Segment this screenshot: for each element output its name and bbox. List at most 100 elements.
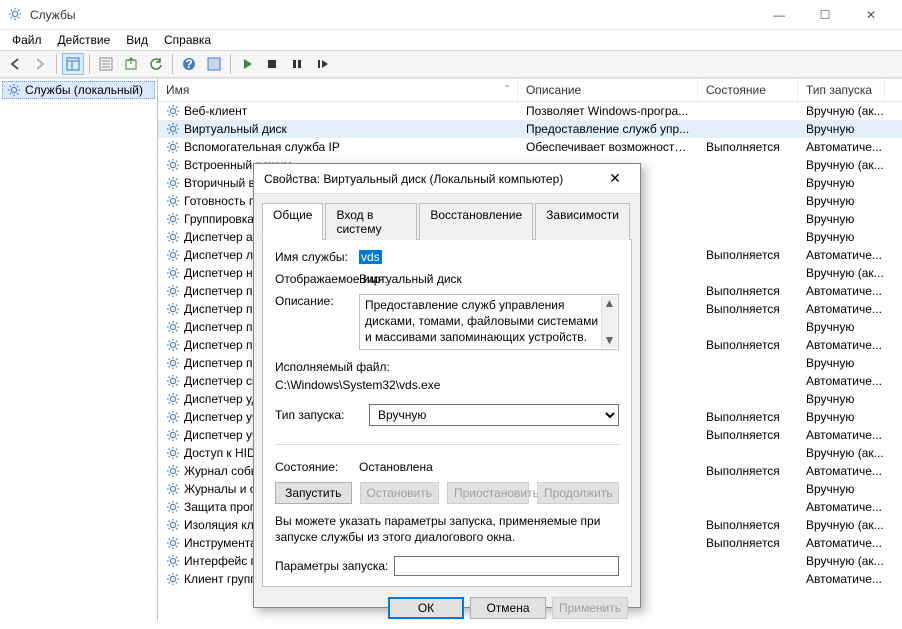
menu-view[interactable]: Вид bbox=[120, 31, 154, 49]
button-start-service[interactable]: Запустить bbox=[275, 482, 352, 504]
service-type: Вручную (ак... bbox=[798, 518, 902, 532]
description-scrollbar[interactable]: ▲▼ bbox=[601, 296, 617, 348]
service-type: Автоматиче... bbox=[798, 284, 902, 298]
button-cancel[interactable]: Отмена bbox=[470, 597, 546, 619]
service-type: Вручную bbox=[798, 392, 902, 406]
service-type: Вручную bbox=[798, 356, 902, 370]
export-button[interactable] bbox=[120, 53, 142, 75]
minimize-button[interactable]: — bbox=[756, 0, 802, 30]
window-title: Службы bbox=[30, 8, 756, 22]
menu-bar: Файл Действие Вид Справка bbox=[0, 30, 902, 50]
startup-params-hint: Вы можете указать параметры запуска, при… bbox=[275, 514, 619, 545]
stop-service-button[interactable] bbox=[261, 53, 283, 75]
forward-button[interactable] bbox=[29, 53, 51, 75]
help-button[interactable]: ? bbox=[178, 53, 200, 75]
service-type: Автоматиче... bbox=[798, 572, 902, 586]
service-state: Выполняется bbox=[698, 248, 798, 262]
button-apply: Применить bbox=[552, 597, 628, 619]
service-type: Автоматиче... bbox=[798, 428, 902, 442]
toolbar: ? bbox=[0, 50, 902, 78]
value-executable: C:\Windows\System32\vds.exe bbox=[275, 378, 619, 392]
label-executable: Исполняемый файл: bbox=[275, 360, 619, 374]
start-service-button[interactable] bbox=[236, 53, 258, 75]
service-state: Выполняется bbox=[698, 536, 798, 550]
app-icon bbox=[8, 7, 24, 23]
label-state: Состояние: bbox=[275, 460, 359, 474]
service-state: Выполняется bbox=[698, 410, 798, 424]
svg-text:?: ? bbox=[185, 57, 192, 71]
service-state: Выполняется bbox=[698, 140, 798, 154]
service-type: Вручную (ак... bbox=[798, 104, 902, 118]
service-type: Вручную bbox=[798, 176, 902, 190]
service-state: Выполняется bbox=[698, 284, 798, 298]
back-button[interactable] bbox=[4, 53, 26, 75]
service-row[interactable]: Веб-клиент Позволяет Windows-програ... Вру… bbox=[158, 102, 902, 120]
button-ok[interactable]: ОК bbox=[388, 597, 464, 619]
service-row[interactable]: Вспомогательная служба IPОбеспечивает во… bbox=[158, 138, 902, 156]
col-desc[interactable]: Описание bbox=[518, 79, 698, 101]
button-stop-service: Остановить bbox=[360, 482, 440, 504]
column-headers: Имяˆ Описание Состояние Тип запуска bbox=[158, 79, 902, 102]
value-service-name: vds bbox=[359, 250, 382, 264]
tab-logon[interactable]: Вход в систему bbox=[325, 203, 417, 240]
properties-button[interactable] bbox=[95, 53, 117, 75]
tree-item-label: Службы (локальный) bbox=[25, 83, 143, 97]
service-name: Веб-клиент bbox=[184, 104, 247, 118]
value-description: Предоставление служб управления дисками,… bbox=[365, 298, 598, 343]
maximize-button[interactable]: ☐ bbox=[802, 0, 848, 30]
service-type: Вручную (ак... bbox=[798, 158, 902, 172]
input-start-params[interactable] bbox=[394, 556, 619, 576]
tab-recovery[interactable]: Восстановление bbox=[419, 203, 533, 240]
service-state: Выполняется bbox=[698, 518, 798, 532]
value-state: Остановлена bbox=[359, 460, 433, 474]
service-state: Выполняется bbox=[698, 428, 798, 442]
service-state: Выполняется bbox=[698, 338, 798, 352]
about-button[interactable] bbox=[203, 53, 225, 75]
tab-dependencies[interactable]: Зависимости bbox=[535, 203, 630, 240]
menu-action[interactable]: Действие bbox=[52, 31, 117, 49]
select-startup-type[interactable]: Вручную bbox=[369, 404, 619, 426]
service-type: Автоматиче... bbox=[798, 140, 902, 154]
col-state[interactable]: Состояние bbox=[698, 79, 798, 101]
service-type: Вручную bbox=[798, 230, 902, 244]
value-display-name: Виртуальный диск bbox=[359, 272, 619, 286]
label-startup-type: Тип запуска: bbox=[275, 408, 359, 422]
refresh-button[interactable] bbox=[145, 53, 167, 75]
service-type: Автоматиче... bbox=[798, 338, 902, 352]
label-description: Описание: bbox=[275, 294, 359, 308]
service-type: Автоматиче... bbox=[798, 464, 902, 478]
menu-help[interactable]: Справка bbox=[158, 31, 217, 49]
col-type[interactable]: Тип запуска bbox=[798, 79, 885, 101]
service-state: Выполняется bbox=[698, 302, 798, 316]
dialog-close-button[interactable]: ✕ bbox=[600, 164, 630, 194]
tree-item-services-local[interactable]: Службы (локальный) bbox=[2, 81, 155, 99]
service-desc: Предоставление служб упр... bbox=[518, 122, 698, 136]
details-pane-button[interactable] bbox=[62, 53, 84, 75]
menu-file[interactable]: Файл bbox=[6, 31, 48, 49]
value-description-box: Предоставление служб управления дисками,… bbox=[359, 294, 619, 350]
service-type: Вручную (ак... bbox=[798, 266, 902, 280]
service-desc: Позволяет Windows-програ... bbox=[518, 104, 698, 118]
close-button[interactable]: ✕ bbox=[848, 0, 894, 30]
col-name[interactable]: Имяˆ bbox=[158, 79, 518, 101]
label-service-name: Имя службы: bbox=[275, 250, 359, 264]
restart-service-button[interactable] bbox=[311, 53, 333, 75]
button-resume-service: Продолжить bbox=[537, 482, 619, 504]
service-name: Виртуальный диск bbox=[184, 122, 287, 136]
service-type: Автоматиче... bbox=[798, 374, 902, 388]
service-type: Автоматиче... bbox=[798, 302, 902, 316]
service-name: Вспомогательная служба IP bbox=[184, 140, 340, 154]
label-display-name: Отображаемое имя: bbox=[275, 272, 359, 286]
properties-dialog: Свойства: Виртуальный диск (Локальный ко… bbox=[253, 163, 641, 608]
service-type: Вручную (ак... bbox=[798, 446, 902, 460]
service-type: Вручную bbox=[798, 194, 902, 208]
dialog-title: Свойства: Виртуальный диск (Локальный ко… bbox=[264, 172, 600, 186]
tree-pane: Службы (локальный) bbox=[0, 79, 158, 621]
service-type: Автоматиче... bbox=[798, 248, 902, 262]
tab-general[interactable]: Общие bbox=[262, 203, 323, 240]
service-row[interactable]: Виртуальный диск Предоставление служб упр… bbox=[158, 120, 902, 138]
service-type: Вручную bbox=[798, 122, 902, 136]
pause-service-button[interactable] bbox=[286, 53, 308, 75]
label-start-params: Параметры запуска: bbox=[275, 559, 388, 573]
service-type: Вручную bbox=[798, 410, 902, 424]
